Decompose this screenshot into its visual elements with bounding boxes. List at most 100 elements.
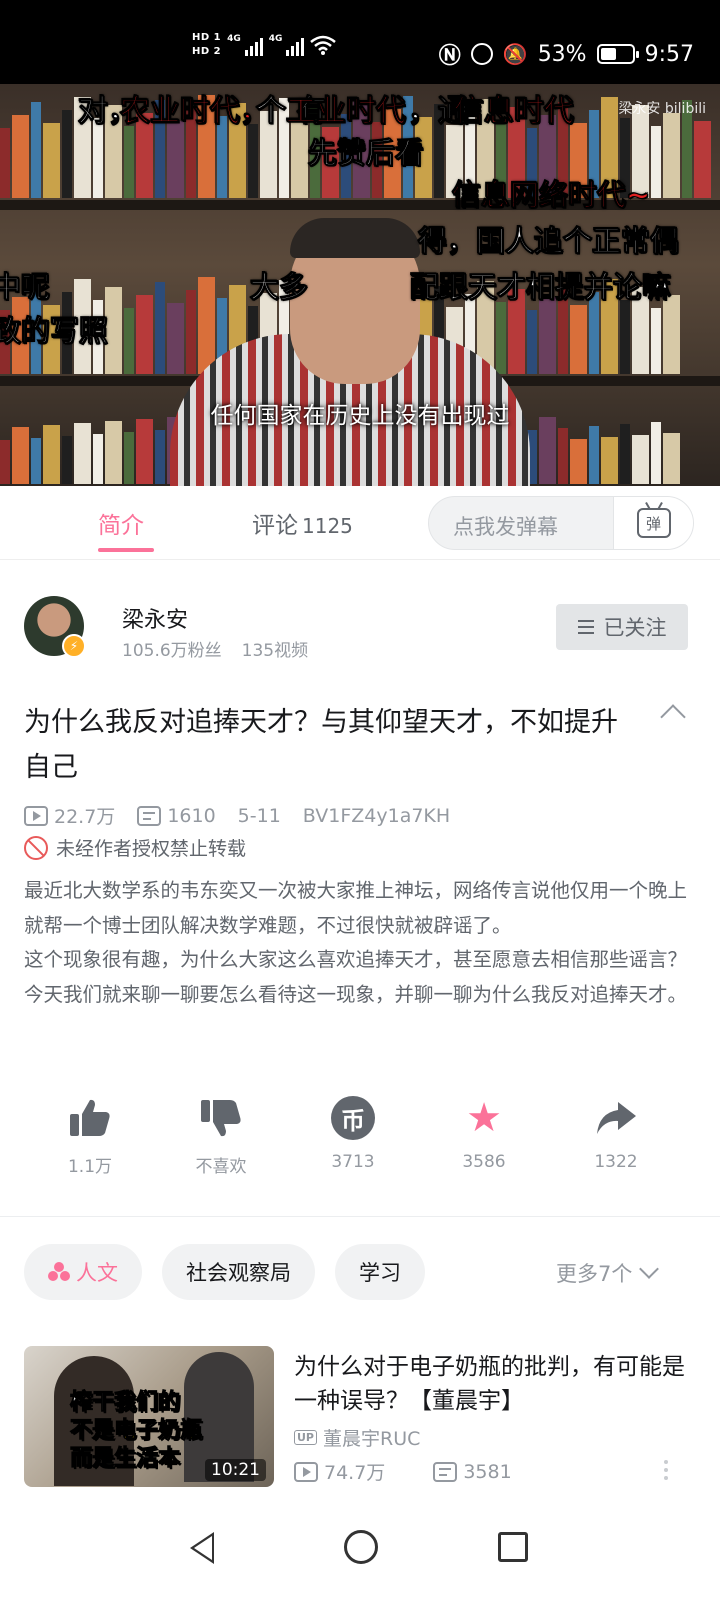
description-paragraph: 最近北大数学系的韦东奕又一次被大家推上神坛，网络传言说他仅用一个晚上就帮一个博士… bbox=[24, 879, 688, 937]
recommended-stats: 74.7万 3581 bbox=[294, 1458, 560, 1485]
book-spine bbox=[601, 437, 618, 484]
book-spine bbox=[539, 297, 556, 374]
coin-button[interactable]: 币 3713 bbox=[303, 1094, 403, 1172]
danmaku-item: 信息网络时代~ bbox=[451, 178, 651, 213]
book-spine bbox=[620, 300, 630, 374]
favorite-button[interactable]: ★ 3586 bbox=[434, 1094, 534, 1172]
book-spine bbox=[0, 440, 10, 484]
recommended-views: 74.7万 bbox=[324, 1462, 386, 1484]
nfc-icon: Ⓝ bbox=[438, 44, 461, 69]
tab-comments[interactable]: 评论 1125 bbox=[252, 506, 353, 540]
book-spine bbox=[31, 102, 41, 198]
tag-study[interactable]: 学习 bbox=[335, 1244, 425, 1300]
copyright-text: 未经作者授权禁止转载 bbox=[56, 838, 247, 860]
video-meta: 22.7万 1610 5-11 BV1FZ4y1a7KH bbox=[24, 802, 472, 829]
danmaku-input[interactable]: 点我发弹幕 弹 bbox=[428, 496, 694, 550]
book-spine bbox=[570, 305, 587, 374]
signal-group: HD 1 HD 2 4G 4G bbox=[192, 32, 337, 58]
book-spine bbox=[124, 126, 134, 198]
book-spine bbox=[12, 427, 29, 484]
forbidden-icon bbox=[24, 835, 48, 860]
danmaku-button-label: 弹 bbox=[645, 514, 661, 533]
book-spine bbox=[62, 110, 72, 198]
play-count-icon bbox=[24, 805, 48, 826]
back-icon[interactable] bbox=[190, 1532, 214, 1564]
danmaku-item: 工业时代 bbox=[286, 94, 407, 130]
book-spine bbox=[43, 123, 60, 198]
danmaku-count-icon bbox=[433, 1461, 458, 1482]
recommended-uploader: UP 董晨宇RUC bbox=[294, 1424, 420, 1451]
coin-glyph: 币 bbox=[341, 1106, 365, 1135]
recommended-uploader-name: 董晨宇RUC bbox=[323, 1428, 421, 1450]
category-icon bbox=[48, 1262, 70, 1282]
book-spine bbox=[155, 282, 165, 374]
danmaku-item: 配跟天才相提并论嘛 bbox=[409, 270, 672, 305]
video-player[interactable]: 梁永安 bilibili 对， 农业时代， 个 有 工业时代 ，通 信息时代 先… bbox=[0, 84, 720, 486]
tab-bar: 简介 评论 1125 点我发弹幕 弹 bbox=[0, 486, 720, 560]
book-spine bbox=[74, 423, 91, 484]
more-options-icon[interactable] bbox=[664, 1460, 668, 1480]
book-spine bbox=[663, 113, 680, 198]
danmaku-item: 得，国人追个正常偶 bbox=[417, 224, 680, 259]
description-paragraph: 这个现象很有趣，为什么大家这么喜欢追捧天才，甚至愿意去相信那些谣言？今天我们就来… bbox=[24, 948, 688, 1006]
book-spine bbox=[136, 295, 153, 374]
video-watermark: 梁永安 bilibili bbox=[618, 101, 706, 117]
danmaku-item: 大多 bbox=[249, 270, 309, 305]
danmaku-item: 农业时代， bbox=[120, 94, 271, 130]
book-spine bbox=[620, 424, 630, 484]
book-spine bbox=[43, 425, 60, 484]
alarm-icon bbox=[470, 43, 493, 65]
book-spine bbox=[155, 430, 165, 484]
book-spine bbox=[248, 124, 258, 198]
coin-icon: 币 bbox=[331, 1096, 375, 1140]
play-count-icon bbox=[294, 1461, 318, 1482]
favorite-count: 3586 bbox=[462, 1152, 506, 1172]
fans-count: 105.6万粉丝 bbox=[122, 641, 222, 661]
tab-intro[interactable]: 简介 bbox=[98, 506, 144, 540]
recommended-thumbnail[interactable]: 榨干我们的 不是电子奶瓶 而是生活本 10:21 bbox=[24, 1346, 274, 1487]
recommended-title[interactable]: 为什么对于电子奶瓶的批判，有可能是一种误导？【董晨宇】 bbox=[294, 1350, 690, 1418]
book-spine bbox=[105, 421, 122, 484]
chevron-up-icon[interactable] bbox=[660, 704, 686, 730]
share-button[interactable]: 1322 bbox=[566, 1094, 666, 1172]
follow-button[interactable]: 已关注 bbox=[556, 604, 688, 650]
mute-icon: 🔕 bbox=[502, 42, 528, 66]
action-bar: 1.1万 不喜欢 币 3713 ★ 3586 1322 bbox=[0, 1094, 720, 1184]
uploader-stats: 105.6万粉丝 135视频 bbox=[122, 636, 308, 661]
uploader-name[interactable]: 梁永安 bbox=[122, 602, 188, 634]
coin-count: 3713 bbox=[331, 1152, 375, 1172]
section-divider bbox=[0, 1216, 720, 1217]
dislike-label: 不喜欢 bbox=[195, 1157, 247, 1177]
clock: 9:57 bbox=[644, 41, 694, 67]
thumbs-up-icon bbox=[70, 1099, 110, 1136]
like-button[interactable]: 1.1万 bbox=[40, 1094, 140, 1177]
recommended-danmaku: 3581 bbox=[463, 1460, 512, 1483]
book-spine bbox=[694, 121, 711, 198]
danmaku-toggle-button[interactable]: 弹 bbox=[613, 497, 693, 549]
net1-label: 4G bbox=[227, 34, 241, 44]
more-tags-label: 更多7个 bbox=[556, 1262, 633, 1286]
publish-date: 5-11 bbox=[237, 804, 281, 827]
follow-label: 已关注 bbox=[603, 616, 667, 640]
comment-count: 1125 bbox=[302, 514, 353, 538]
battery-icon bbox=[596, 44, 639, 64]
tag-humanities[interactable]: 人文 bbox=[24, 1244, 142, 1300]
chevron-down-icon bbox=[639, 1259, 660, 1279]
book-spine bbox=[167, 121, 184, 198]
status-bar: HD 1 HD 2 4G 4G Ⓝ 🔕 53% 9:57 bbox=[0, 0, 720, 84]
tag-list: 人文 社会观察局 学习 bbox=[24, 1244, 425, 1300]
book-spine bbox=[31, 438, 41, 484]
book-spine bbox=[93, 118, 103, 198]
recent-apps-icon[interactable] bbox=[498, 1532, 528, 1562]
home-icon[interactable] bbox=[344, 1530, 378, 1564]
system-nav-bar bbox=[0, 1500, 720, 1600]
share-count: 1322 bbox=[594, 1152, 638, 1172]
bvid: BV1FZ4y1a7KH bbox=[302, 804, 451, 827]
tag-label: 社会观察局 bbox=[186, 1261, 291, 1285]
battery-fill bbox=[600, 48, 617, 60]
book-spine bbox=[558, 428, 568, 484]
battery-percent: 53% bbox=[537, 41, 587, 67]
tag-social-observation[interactable]: 社会观察局 bbox=[162, 1244, 315, 1300]
more-tags-button[interactable]: 更多7个 bbox=[556, 1258, 660, 1288]
dislike-button[interactable]: 不喜欢 bbox=[171, 1094, 271, 1177]
